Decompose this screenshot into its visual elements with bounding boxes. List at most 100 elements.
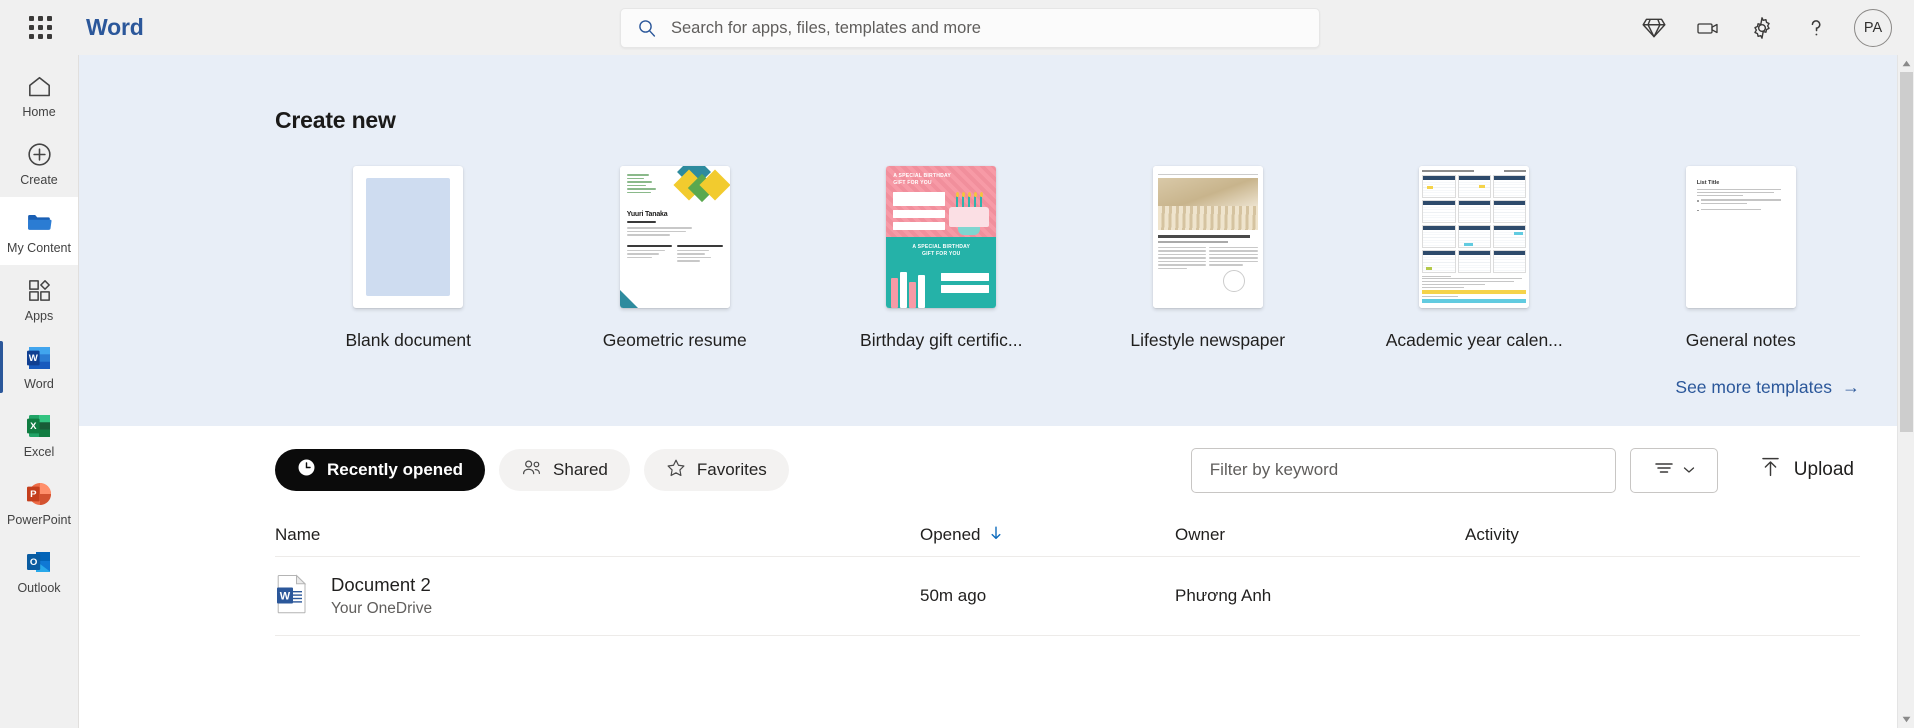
tab-label: Recently opened (327, 460, 463, 480)
template-sample-title: List Title (1697, 180, 1785, 186)
create-new-panel: Create new Blank document (79, 55, 1914, 426)
template-card-general-notes[interactable]: List Title General notes (1608, 166, 1875, 351)
svg-text:O: O (30, 557, 38, 568)
arrow-right-icon: → (1842, 377, 1860, 397)
main-content: Create new Blank document (79, 55, 1914, 728)
file-table-header: Name Opened Owner Activity (275, 514, 1860, 556)
sidebar-item-excel[interactable]: X Excel (0, 401, 78, 469)
template-label: Blank document (346, 330, 472, 351)
filter-input[interactable] (1210, 460, 1597, 480)
column-header-opened[interactable]: Opened (920, 525, 1175, 546)
template-label: Lifestyle newspaper (1130, 330, 1285, 351)
column-label: Opened (920, 525, 981, 545)
avatar-initials: PA (1864, 20, 1882, 36)
waffle-grid-icon (29, 16, 52, 39)
template-thumbnail (1419, 166, 1529, 308)
svg-text:W: W (280, 590, 291, 602)
brand-title[interactable]: Word (86, 14, 144, 41)
gear-icon[interactable] (1738, 4, 1786, 52)
premium-diamond-icon[interactable] (1630, 4, 1678, 52)
column-label: Owner (1175, 525, 1225, 545)
people-icon (521, 458, 542, 482)
template-card-birthday-gift-certificate[interactable]: A SPECIAL BIRTHDAYGIFT FOR YOU (808, 166, 1075, 351)
sidebar-item-outlook[interactable]: O Outlook (0, 537, 78, 605)
template-thumbnail: List Title (1686, 166, 1796, 308)
sidebar-item-home[interactable]: Home (0, 61, 78, 129)
plus-circle-icon (26, 139, 53, 169)
word-start-page: Word (0, 0, 1914, 728)
svg-text:P: P (30, 489, 37, 500)
scroll-area: Create new Blank document (79, 55, 1914, 728)
filter-box[interactable] (1191, 448, 1616, 493)
sidebar-item-label: Word (24, 378, 54, 391)
search-box[interactable] (620, 8, 1320, 48)
apps-grid-icon (26, 275, 53, 305)
search-container (620, 8, 1320, 48)
search-input[interactable] (671, 19, 1303, 38)
tab-recently-opened[interactable]: Recently opened (275, 449, 485, 491)
scrollbar-thumb[interactable] (1900, 72, 1913, 432)
sidebar-item-powerpoint[interactable]: P PowerPoint (0, 469, 78, 537)
sidebar-item-label: PowerPoint (7, 514, 71, 527)
svg-text:W: W (29, 353, 39, 364)
tab-favorites[interactable]: Favorites (644, 449, 789, 491)
file-name-cell: W Document 2 Your OneDrive (275, 574, 920, 619)
sidebar-item-my-content[interactable]: My Content (0, 197, 78, 265)
word-doc-icon: W (275, 574, 309, 619)
sidebar-item-apps[interactable]: Apps (0, 265, 78, 333)
template-label: Geometric resume (603, 330, 747, 351)
sidebar-item-word[interactable]: W Word (0, 333, 78, 401)
svg-text:X: X (30, 421, 37, 432)
scroll-down-arrow-icon[interactable] (1898, 711, 1914, 728)
template-card-lifestyle-newspaper[interactable]: Lifestyle newspaper (1075, 166, 1342, 351)
sort-filter-icon (1653, 460, 1675, 481)
sidebar: Home Create My Content (0, 55, 79, 728)
folder-icon (25, 207, 54, 237)
template-label: Academic year calen... (1386, 330, 1563, 351)
outlook-app-icon: O (24, 547, 54, 577)
column-header-name[interactable]: Name (275, 525, 920, 545)
column-header-activity[interactable]: Activity (1465, 525, 1860, 545)
tab-shared[interactable]: Shared (499, 449, 630, 491)
template-card-academic-year-calendar[interactable]: Academic year calen... (1341, 166, 1608, 351)
template-thumbnail (353, 166, 463, 308)
files-toolbar: Recently opened Shared (275, 426, 1860, 514)
see-more-templates-container: See more templates → (79, 377, 1914, 398)
tab-label: Shared (553, 460, 608, 480)
template-card-geometric-resume[interactable]: Yuuri Tanaka (542, 166, 809, 351)
table-row[interactable]: W Document 2 Your OneDrive 50m ago Phươn… (275, 557, 1860, 635)
see-more-templates-link[interactable]: See more templates → (1675, 377, 1860, 397)
create-new-heading: Create new (275, 107, 1914, 134)
upload-button[interactable]: Upload (1754, 448, 1860, 492)
app-launcher-button[interactable] (12, 16, 68, 39)
sort-filter-button[interactable] (1630, 448, 1718, 493)
clock-icon (297, 458, 316, 482)
table-divider (275, 635, 1860, 636)
upload-arrow-icon (1760, 456, 1781, 484)
tab-label: Favorites (697, 460, 767, 480)
sidebar-item-label: My Content (7, 242, 71, 255)
sidebar-item-create[interactable]: Create (0, 129, 78, 197)
see-more-templates-label: See more templates (1675, 377, 1832, 397)
template-label: General notes (1686, 330, 1796, 351)
avatar[interactable]: PA (1854, 9, 1892, 47)
sidebar-item-label: Outlook (17, 582, 60, 595)
sidebar-item-label: Home (22, 106, 55, 119)
file-location: Your OneDrive (331, 600, 432, 617)
column-header-owner[interactable]: Owner (1175, 525, 1465, 545)
scroll-up-arrow-icon[interactable] (1898, 55, 1914, 72)
sidebar-item-label: Create (20, 174, 58, 187)
template-card-blank-document[interactable]: Blank document (275, 166, 542, 351)
vertical-scrollbar[interactable] (1897, 55, 1914, 728)
template-thumbnail (1153, 166, 1263, 308)
video-camera-icon[interactable] (1684, 4, 1732, 52)
file-owner: Phương Anh (1175, 586, 1465, 606)
chevron-down-icon (1683, 461, 1695, 479)
excel-app-icon: X (24, 411, 54, 441)
files-section: Recently opened Shared (79, 426, 1914, 636)
help-icon[interactable] (1792, 4, 1840, 52)
body: Home Create My Content (0, 55, 1914, 728)
scrollbar-track[interactable] (1898, 72, 1914, 711)
sidebar-item-label: Excel (24, 446, 55, 459)
template-gallery: Blank document (79, 166, 1914, 351)
